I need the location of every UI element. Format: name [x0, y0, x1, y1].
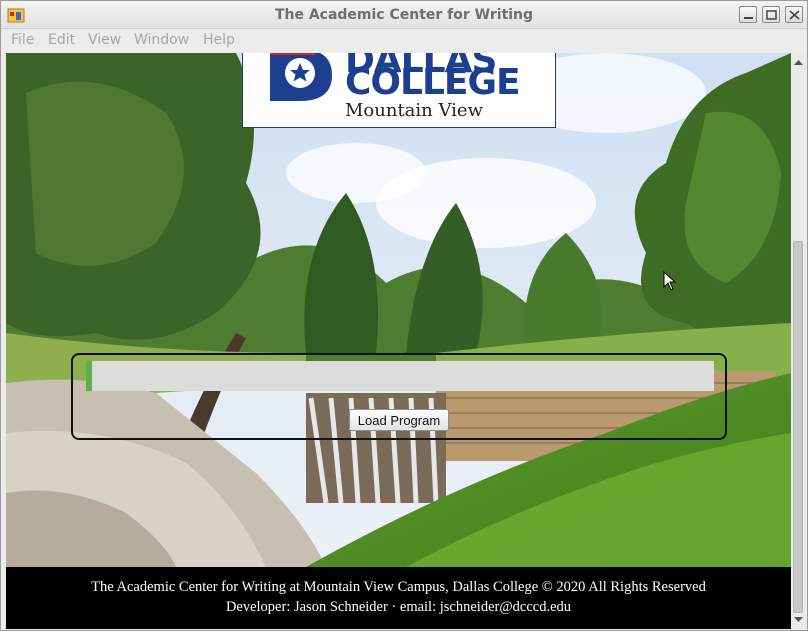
- maximize-icon: [766, 10, 777, 20]
- app-window: The Academic Center for Writing File Edi…: [0, 0, 808, 631]
- footer: The Academic Center for Writing at Mount…: [6, 567, 791, 629]
- dallas-college-d-mark-icon: [270, 53, 332, 101]
- load-progress-fill: [86, 361, 92, 391]
- menu-window[interactable]: Window: [134, 32, 189, 48]
- title-bar[interactable]: The Academic Center for Writing: [1, 1, 807, 29]
- vertical-scrollbar[interactable]: [791, 53, 806, 629]
- menu-view[interactable]: View: [88, 32, 121, 48]
- load-program-button[interactable]: Load Program: [349, 409, 449, 431]
- close-icon: [789, 10, 800, 20]
- menu-help[interactable]: Help: [203, 32, 235, 48]
- close-button[interactable]: [785, 6, 803, 23]
- minimize-icon: [744, 17, 753, 19]
- scroll-up-arrow-icon[interactable]: [791, 55, 806, 69]
- campus-waterfall-photo: [6, 53, 791, 567]
- content-panel: DALLAS COLLEGE Mountain View Load Progra…: [6, 53, 791, 629]
- logo-text-college: COLLEGE: [345, 62, 521, 103]
- maximize-button[interactable]: [762, 6, 780, 23]
- window-title: The Academic Center for Writing: [274, 7, 534, 23]
- developer-credit-text: Developer: Jason Schneider · email: jsch…: [225, 599, 572, 615]
- dallas-college-logo: DALLAS COLLEGE Mountain View: [242, 53, 556, 128]
- mouse-pointer-icon: [663, 271, 677, 291]
- loader-panel: Load Program: [71, 353, 727, 440]
- menu-file[interactable]: File: [11, 32, 34, 48]
- load-progress-bar: [86, 361, 714, 391]
- scroll-down-arrow-icon[interactable]: [791, 613, 806, 627]
- logo-text-campus: Mountain View: [345, 100, 483, 121]
- scrollbar-thumb[interactable]: [793, 241, 803, 613]
- menu-bar: File Edit View Window Help: [1, 29, 807, 53]
- menu-edit[interactable]: Edit: [48, 32, 75, 48]
- minimize-button[interactable]: [739, 6, 757, 23]
- copyright-text: The Academic Center for Writing at Mount…: [91, 579, 706, 595]
